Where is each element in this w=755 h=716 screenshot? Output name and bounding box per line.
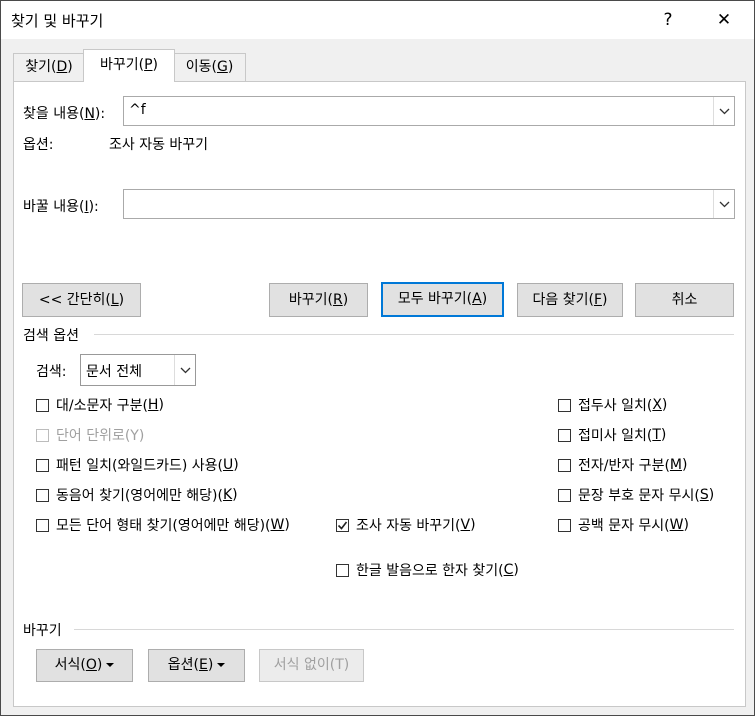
checkbox-box[interactable]	[558, 398, 571, 412]
match-suffix-checkbox[interactable]: 접미사 일치(T)	[558, 425, 666, 445]
checkbox-box[interactable]	[36, 488, 49, 502]
checkbox-box[interactable]	[336, 518, 349, 532]
tab-panel: 찾을 내용(N): ^f 옵션: 조사 자동 바꾸기 바꿀 내용(I): << …	[13, 81, 746, 707]
wildcards-checkbox[interactable]: 패턴 일치(와일드카드) 사용(U)	[36, 455, 239, 475]
checkbox-box[interactable]	[336, 563, 349, 577]
checkbox-box[interactable]	[558, 458, 571, 472]
divider	[94, 334, 734, 335]
checkbox-box[interactable]	[36, 398, 49, 412]
checkbox-box[interactable]	[36, 428, 49, 442]
tab-replace[interactable]: 바꾸기(P)	[83, 49, 175, 82]
search-direction-label: 검색:	[36, 364, 67, 380]
find-label: 찾을 내용(N):	[23, 106, 106, 122]
match-prefix-checkbox[interactable]: 접두사 일치(X)	[558, 395, 667, 415]
ignore-punctuation-checkbox[interactable]: 문장 부호 문자 무시(S)	[558, 485, 714, 505]
divider	[74, 629, 734, 630]
auto-particle-checkbox[interactable]: 조사 자동 바꾸기(V)	[336, 515, 476, 535]
options-label: 옵션:	[23, 137, 54, 153]
find-next-button[interactable]: 다음 찾기(F)	[517, 283, 623, 317]
cancel-button[interactable]: 취소	[635, 283, 734, 317]
find-what-combobox[interactable]: ^f	[123, 96, 735, 126]
all-word-forms-checkbox[interactable]: 모든 단어 형태 찾기(영어에만 해당)(W)	[36, 515, 290, 535]
replace-all-button[interactable]: 모두 바꾸기(A)	[381, 282, 504, 317]
full-half-width-checkbox[interactable]: 전자/반자 구분(M)	[558, 455, 687, 475]
caret-down-icon	[106, 663, 115, 667]
checkbox-box[interactable]	[36, 518, 49, 532]
window-title: 찾기 및 바꾸기	[11, 12, 104, 30]
caret-down-icon	[217, 663, 226, 667]
checkbox-box[interactable]	[558, 518, 571, 532]
chevron-down-icon[interactable]	[174, 355, 195, 385]
replace-section-heading: 바꾸기	[23, 623, 62, 639]
checkbox-box[interactable]	[558, 428, 571, 442]
close-button[interactable]: ✕	[701, 1, 747, 39]
help-button[interactable]: ?	[645, 1, 691, 39]
hanja-by-pronunciation-checkbox[interactable]: 한글 발음으로 한자 찾기(C)	[336, 560, 519, 580]
options-value: 조사 자동 바꾸기	[109, 137, 209, 153]
search-direction-select[interactable]: 문서 전체	[80, 354, 196, 386]
search-options-heading: 검색 옵션	[23, 328, 79, 344]
no-formatting-button[interactable]: 서식 없이(T)	[259, 649, 364, 682]
format-button[interactable]: 서식(O)	[36, 649, 133, 682]
chevron-down-icon[interactable]	[713, 190, 734, 218]
checkmark-icon	[337, 521, 348, 530]
replace-label: 바꿀 내용(I):	[23, 199, 99, 215]
find-replace-dialog: 찾기 및 바꾸기 ? ✕ 찾기(D) 바꾸기(P) 이동(G) 찾을 내용(N)…	[0, 0, 755, 716]
checkbox-box[interactable]	[36, 458, 49, 472]
title-bar: 찾기 및 바꾸기 ? ✕	[1, 1, 754, 39]
match-case-checkbox[interactable]: 대/소문자 구분(H)	[36, 395, 164, 415]
find-what-value: ^f	[129, 102, 146, 118]
tab-find[interactable]: 찾기(D)	[13, 53, 85, 81]
ignore-whitespace-checkbox[interactable]: 공백 문자 무시(W)	[558, 515, 689, 535]
chevron-down-icon[interactable]	[713, 97, 734, 125]
less-button[interactable]: << 간단히(L)	[22, 283, 141, 317]
tab-goto[interactable]: 이동(G)	[173, 53, 246, 81]
sounds-like-checkbox[interactable]: 동음어 찾기(영어에만 해당)(K)	[36, 485, 238, 505]
replace-with-combobox[interactable]	[123, 189, 735, 219]
search-direction-value: 문서 전체	[86, 364, 142, 380]
replace-button[interactable]: 바꾸기(R)	[269, 283, 368, 317]
whole-words-checkbox[interactable]: 단어 단위로(Y)	[36, 425, 144, 445]
special-button[interactable]: 옵션(E)	[148, 649, 245, 682]
checkbox-box[interactable]	[558, 488, 571, 502]
